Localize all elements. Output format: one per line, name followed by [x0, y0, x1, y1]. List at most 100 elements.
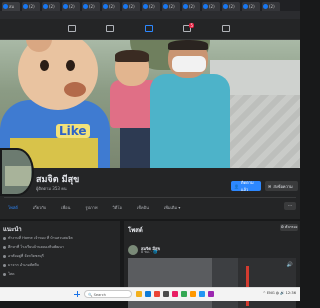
profile-tab[interactable]: เช็คอิน: [137, 204, 149, 211]
profile-tab[interactable]: โพสต์: [8, 204, 18, 211]
taskbar-search[interactable]: 🔍 Search: [84, 290, 132, 298]
home-nav-icon[interactable]: [68, 25, 76, 32]
facebook-icon: [203, 4, 208, 9]
info-icon: [3, 263, 6, 267]
facebook-icon: [63, 4, 68, 9]
intro-item-text: ศึกษาที่ โรงเรียนบ้านคลองหินพัฒนา: [8, 245, 64, 249]
facebook-icon: [223, 4, 228, 9]
browser-tab-label: (2): [129, 4, 135, 9]
app-icon-6[interactable]: [208, 291, 214, 297]
edge-icon[interactable]: [145, 291, 151, 297]
volume-icon[interactable]: 🔊: [287, 262, 293, 268]
facebook-icon: [183, 4, 188, 9]
browser-tab-label: สม: [9, 4, 15, 9]
app-icon[interactable]: [163, 291, 169, 297]
message-button[interactable]: ✉ ส่งข้อความ: [265, 181, 298, 191]
user-check-icon: 👤: [234, 183, 239, 189]
browser-tab-label: (2): [169, 4, 175, 9]
groups-nav-icon[interactable]: [222, 25, 230, 32]
facebook-icon: [103, 4, 108, 9]
browser-tab[interactable]: (2): [162, 2, 180, 11]
marketplace-nav-icon[interactable]: 5: [183, 23, 194, 32]
system-tray[interactable]: ^ ENG ◍ 🔊 12:36: [263, 291, 296, 295]
info-icon: [3, 236, 6, 240]
intro-card: แนะนำ ทำงานที่ Home เจ้าของ ที่ บ้านสวนส…: [0, 221, 120, 287]
chrome-icon[interactable]: [154, 291, 160, 297]
browser-tab[interactable]: (2): [222, 2, 240, 11]
browser-tab[interactable]: (2): [262, 2, 280, 11]
app-icon-3[interactable]: [181, 291, 187, 297]
profile-name: สมจิต มีสุข: [36, 175, 80, 185]
post-author-avatar[interactable]: [128, 245, 138, 255]
facebook-icon: [123, 4, 128, 9]
friends-nav-icon[interactable]: [106, 25, 114, 32]
divider: [4, 197, 296, 198]
post-timestamp[interactable]: 8 ชม. · 🌐: [141, 250, 157, 255]
app-icon-4[interactable]: [190, 291, 196, 297]
intro-item: ทำงานที่ Home เจ้าของ ที่ บ้านสวนสมจิต: [3, 235, 73, 241]
browser-tab[interactable]: (2): [62, 2, 80, 11]
facebook-top-nav: 5: [0, 19, 300, 40]
browser-tab[interactable]: (2): [202, 2, 220, 11]
browser-tab[interactable]: (2): [42, 2, 60, 11]
messenger-icon: ✉: [268, 183, 272, 189]
like-shirt-text: Like: [56, 124, 90, 138]
filter-button[interactable]: ⚙ ตัวกรอง: [280, 224, 298, 231]
browser-tab-label: (2): [229, 4, 235, 9]
profile-tab[interactable]: เกี่ยวกับ: [33, 204, 46, 211]
facebook-icon: [163, 4, 168, 9]
file-explorer-icon[interactable]: [136, 291, 142, 297]
browser-tab-label: (2): [29, 4, 35, 9]
browser-tab[interactable]: (2): [102, 2, 120, 11]
profile-tab[interactable]: เพื่อน: [61, 204, 70, 211]
profile-tab[interactable]: เพิ่มเติม ▾: [164, 204, 181, 211]
cover-photo[interactable]: Like: [0, 40, 300, 168]
browser-tab-label: (2): [49, 4, 55, 9]
facebook-icon: [143, 4, 148, 9]
intro-item-text: ทำงานที่ Home เจ้าของ ที่ บ้านสวนสมจิต: [8, 236, 73, 240]
browser-tab[interactable]: (2): [182, 2, 200, 11]
profile-picture[interactable]: [0, 148, 34, 196]
watch-nav-icon[interactable]: [145, 25, 153, 32]
profile-tab[interactable]: รูปภาพ: [85, 204, 97, 211]
profile-tabs: โพสต์ เกี่ยวกับ เพื่อน รูปภาพ วิดีโอ เช็คอิน เ…: [8, 204, 180, 211]
posts-card: โพสต์ ⚙ ตัวกรอง สมจิต มีสุข 8 ชม. · 🌐 🔊: [124, 221, 300, 308]
app-icon-5[interactable]: [199, 291, 205, 297]
browser-tab-label: (2): [269, 4, 275, 9]
facebook-icon: [83, 4, 88, 9]
browser-tab-label: (2): [189, 4, 195, 9]
browser-tab[interactable]: (2): [122, 2, 140, 11]
browser-tab[interactable]: สม: [2, 2, 20, 11]
browser-tab[interactable]: (2): [142, 2, 160, 11]
following-button-label: ติดตามแล้ว: [240, 180, 254, 192]
facebook-icon: [43, 4, 48, 9]
browser-tab[interactable]: (2): [22, 2, 40, 11]
browser-tab[interactable]: (2): [242, 2, 260, 11]
posts-title: โพสต์: [128, 227, 143, 234]
profile-tab[interactable]: วิดีโอ: [113, 204, 122, 211]
followers-count[interactable]: ผู้ติดตาม 353 คน: [36, 185, 67, 192]
browser-tab-bar: สม (2) (2) (2) (2) (2) (2) (2) (2) (2) (2) (2) (2) (2…: [0, 0, 300, 11]
windows-taskbar: 🔍 Search ^ ENG ◍ 🔊 12:36: [0, 287, 300, 301]
notification-badge: 5: [189, 23, 194, 28]
facebook-icon: [3, 4, 8, 9]
browser-tab-label: (2): [209, 4, 215, 9]
facebook-icon: [263, 4, 268, 9]
address-bar[interactable]: [0, 11, 300, 19]
intro-item-text: อาศัยอยู่ที่ จังหวัดชลบุรี: [8, 254, 44, 258]
browser-tab-label: (2): [69, 4, 75, 9]
info-icon: [3, 245, 6, 249]
man-figure: [150, 40, 240, 168]
windows-start-icon[interactable]: [74, 291, 80, 297]
following-button[interactable]: 👤 ติดตามแล้ว: [231, 180, 261, 192]
message-button-label: ส่งข้อความ: [273, 183, 293, 189]
intro-item: โสด: [3, 271, 14, 277]
more-options-button[interactable]: ···: [284, 202, 296, 210]
browser-tab[interactable]: (2): [82, 2, 100, 11]
app-icon-2[interactable]: [172, 291, 178, 297]
intro-item-text: โสด: [8, 272, 15, 276]
facebook-icon: [23, 4, 28, 9]
intro-item: อาศัยอยู่ที่ จังหวัดชลบุรี: [3, 253, 44, 259]
info-icon: [3, 254, 6, 258]
browser-tab-label: (2): [249, 4, 255, 9]
